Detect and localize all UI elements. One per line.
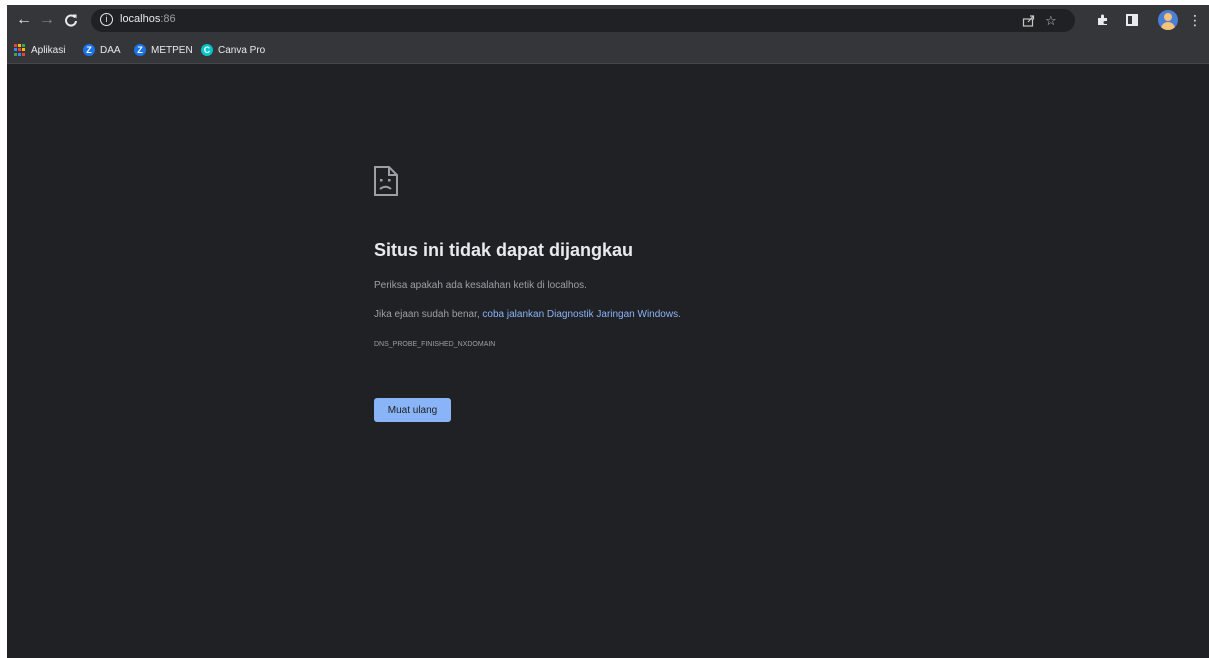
z-icon: Z (134, 44, 146, 56)
browser-toolbar: ← → i localhos:86 ☆ ⋮ (7, 5, 1209, 36)
profile-avatar[interactable] (1158, 10, 1178, 30)
error-page: Situs ini tidak dapat dijangkau Periksa … (7, 64, 1209, 658)
browser-window: ← → i localhos:86 ☆ ⋮ Aplikasi Z DAA Z M… (7, 5, 1209, 658)
info-icon[interactable]: i (100, 13, 113, 26)
address-bar[interactable]: i localhos:86 ☆ (91, 9, 1075, 32)
check-typo-text: Periksa apakah ada kesalahan ketik di lo… (374, 280, 587, 291)
apps-grid-icon (14, 44, 26, 56)
bookmark-canva-pro[interactable]: C Canva Pro (201, 42, 265, 58)
extensions-icon[interactable] (1092, 9, 1112, 32)
address-text[interactable]: localhos:86 (120, 13, 176, 25)
bookmarks-bar: Aplikasi Z DAA Z METPEN C Canva Pro (7, 36, 1209, 64)
reload-button[interactable]: Muat ulang (374, 398, 451, 422)
forward-icon[interactable]: → (36, 9, 58, 31)
canva-icon: C (201, 44, 213, 56)
share-icon[interactable] (1022, 12, 1035, 31)
reload-icon[interactable] (60, 9, 82, 31)
sad-page-icon (374, 166, 398, 196)
bookmark-metpen[interactable]: Z METPEN (134, 42, 193, 58)
bookmark-daa[interactable]: Z DAA (83, 42, 121, 58)
error-code: DNS_PROBE_FINISHED_NXDOMAIN (374, 341, 496, 348)
spelling-suggestion: Jika ejaan sudah benar, coba jalankan Di… (374, 309, 681, 320)
bookmark-star-icon[interactable]: ☆ (1045, 12, 1057, 29)
menu-kebab-icon[interactable]: ⋮ (1185, 9, 1205, 31)
back-icon[interactable]: ← (13, 9, 35, 31)
bookmark-aplikasi[interactable]: Aplikasi (14, 42, 65, 58)
diagnostics-link[interactable]: coba jalankan Diagnostik Jaringan Window… (482, 309, 678, 320)
error-title: Situs ini tidak dapat dijangkau (374, 240, 634, 260)
z-icon: Z (83, 44, 95, 56)
side-panel-icon[interactable] (1122, 9, 1142, 32)
